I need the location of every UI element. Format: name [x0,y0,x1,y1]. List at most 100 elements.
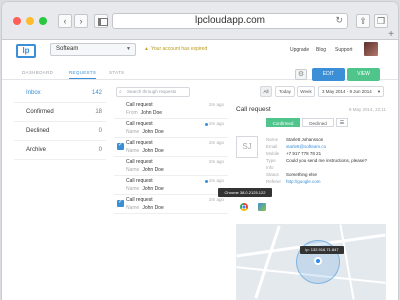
new-tab-icon[interactable]: + [384,30,398,40]
list-item[interactable]: Call request NameJohn Doe 2m ago [114,195,228,214]
request-from-label: Name [126,186,140,192]
date-range-value: 3 May 2014 - 9 Jun 2014 [322,89,372,94]
app-logo[interactable]: lp [16,44,36,58]
sidebar-item-count: 18 [95,109,102,115]
email-link[interactable]: starlett@softeam.co [286,144,326,149]
request-time: 2m ago [208,178,224,183]
account-name: Softeam [56,46,79,52]
request-from-name: John Doe [142,186,164,192]
request-from: Name John Doe [126,186,164,192]
request-from-label: From [126,110,138,116]
request-from-name: John Doe [142,129,164,135]
detail-time: 8 May 2014, 22:11 [349,107,386,112]
sidebar-item-label: Confirmed [26,109,54,115]
tab-dashboard[interactable]: DASHBOARD [22,70,53,75]
sidebar-item-label: Archive [26,147,47,153]
request-title: Call request [126,197,153,203]
location-pin-icon[interactable] [314,257,322,265]
field-value-name: Starlett Johansson [286,137,324,142]
filter-week-button[interactable]: Week [297,86,315,97]
os-icon[interactable] [258,203,266,211]
field-label-info: Info [266,165,274,170]
field-value-status: Something else [286,172,318,177]
edit-button[interactable]: EDIT [312,68,345,81]
row-checkbox[interactable] [117,198,124,207]
list-item[interactable]: Call request NameJohn Doe 2m ago [114,119,228,138]
request-from-label: Name [126,148,140,154]
chevron-left-icon: ‹ [63,16,67,26]
avatar[interactable] [364,42,378,56]
tab-stats[interactable]: STATS [109,70,124,75]
row-checkbox[interactable] [117,141,124,150]
tabs-icon[interactable]: ❐ [374,14,388,28]
request-from: Name John Doe [126,167,164,173]
chevron-down-icon: ▼ [126,46,131,52]
row-checkbox[interactable] [117,162,124,169]
declined-button[interactable]: Declined [302,118,334,127]
upgrade-link[interactable]: Upgrade [290,47,309,53]
list-item[interactable]: Call request NameJohn Doe 2m ago [114,157,228,176]
field-label-status: Status [266,172,279,177]
maximize-window-button[interactable] [39,17,47,25]
request-list: Call request From John Doe 2m ago Call re… [114,100,228,214]
search-input[interactable]: ⌕ Search through requests [116,87,190,97]
reload-icon[interactable]: ↻ [335,15,343,26]
search-placeholder: Search through requests [127,89,177,94]
folder-list: Inbox 142 Confirmed 18 Declined 0 Archiv… [14,84,106,160]
referer-link[interactable]: http://google.com [286,179,321,184]
browser-window: ‹ › lpcloudapp.com ↻ ⇪ ❐ + lp Softeam ▼ … [2,2,398,300]
blog-link[interactable]: Blog [316,47,326,53]
request-from-name: John Doe [142,205,164,211]
app-header: lp Softeam ▼ ▲ Your account has expired U… [2,40,398,64]
trial-warning-text: Your account has expired [151,46,208,52]
search-icon: ⌕ [119,89,122,95]
request-time: 2m ago [208,197,224,202]
row-checkbox[interactable] [117,124,124,131]
list-item[interactable]: Call request NameJohn Doe 2m ago [114,176,228,195]
ip-label: ip: 132.916.71.847 [300,246,344,254]
request-title: Call request [126,102,153,108]
date-range-select[interactable]: 3 May 2014 - 9 Jun 2014 ▼ [318,86,384,97]
list-item[interactable]: Call request From John Doe 2m ago [114,100,228,119]
sidebar-toggle-icon[interactable] [94,14,108,28]
request-from-name: John Doe [142,167,164,173]
contact-initials: SJ [236,136,258,158]
support-link[interactable]: Support [335,47,353,53]
forward-button[interactable]: › [74,14,88,28]
field-label-email: Email [266,144,278,149]
sidebar-item-archive[interactable]: Archive 0 [14,141,106,160]
row-checkbox[interactable] [117,105,124,112]
list-item[interactable]: Call request NameJohn Doe 2m ago [114,138,228,157]
sidebar-item-count: 0 [98,128,102,134]
menu-icon[interactable]: ☰ [336,118,348,127]
address-bar[interactable]: lpcloudapp.com ↻ [112,13,348,29]
request-from: From John Doe [126,110,162,116]
sidebar-item-inbox[interactable]: Inbox 142 [14,84,106,103]
request-from: Name John Doe [126,129,164,135]
request-from-label: Name [126,167,140,173]
request-time: 2m ago [208,121,224,126]
share-icon[interactable]: ⇪ [356,14,370,28]
request-from-name: John Doe [140,110,163,116]
confirmed-button[interactable]: Confirmed [266,118,300,127]
tab-requests[interactable]: REQUESTS [69,70,97,79]
request-title: Call request [126,159,153,165]
sidebar-item-count: 142 [91,90,102,96]
chrome-icon[interactable] [240,203,248,211]
warning-icon: ▲ [144,46,149,52]
request-title: Call request [126,140,153,146]
sidebar-item-confirmed[interactable]: Confirmed 18 [14,103,106,122]
filter-all-button[interactable]: All [260,86,272,97]
field-label-type: Type [266,158,276,163]
back-button[interactable]: ‹ [58,14,72,28]
filter-today-button[interactable]: Today [275,86,295,97]
view-button[interactable]: VIEW [347,68,380,81]
row-checkbox[interactable] [117,181,124,188]
location-map[interactable]: ip: 132.916.71.847 [236,224,386,300]
close-window-button[interactable] [13,17,21,25]
account-select[interactable]: Softeam ▼ [50,43,136,56]
settings-button[interactable]: ⚙ [295,69,307,80]
minimize-window-button[interactable] [26,17,34,25]
unread-dot [205,123,208,126]
sidebar-item-declined[interactable]: Declined 0 [14,122,106,141]
